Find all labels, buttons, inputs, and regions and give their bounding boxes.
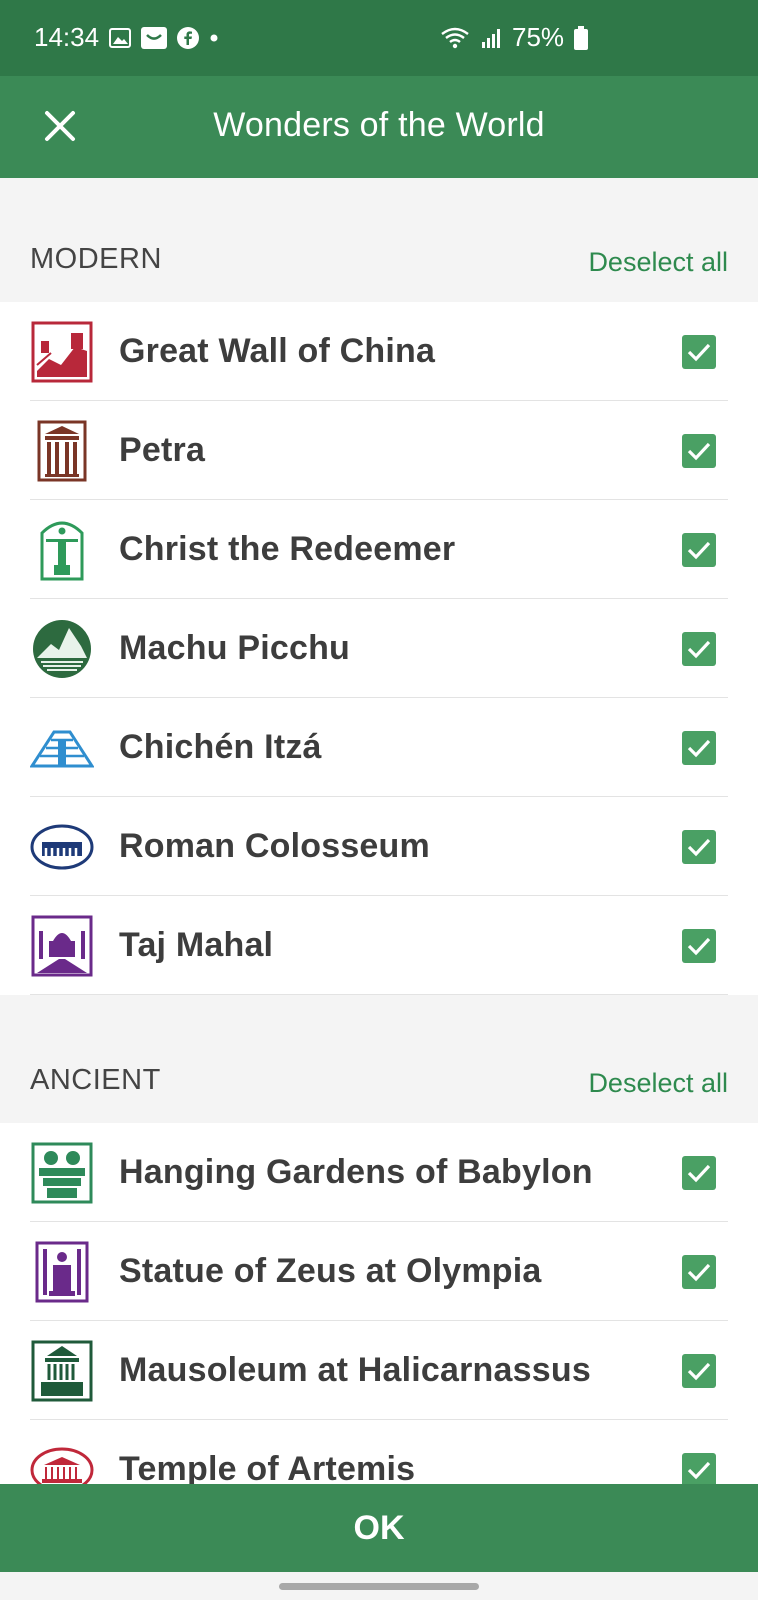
petra-icon xyxy=(30,420,94,482)
taj-mahal-icon xyxy=(30,915,94,977)
gesture-nav-bar xyxy=(0,1572,758,1600)
check-icon xyxy=(687,640,711,659)
list-item[interactable]: Hanging Gardens of Babylon xyxy=(0,1123,758,1222)
list-item[interactable]: Christ the Redeemer xyxy=(0,500,758,599)
check-icon xyxy=(687,937,711,956)
section-header-ancient: ANCIENT Deselect all xyxy=(0,995,758,1123)
deselect-all-button[interactable]: Deselect all xyxy=(588,1068,728,1099)
list-item[interactable]: Statue of Zeus at Olympia xyxy=(0,1222,758,1321)
check-icon xyxy=(687,838,711,857)
check-icon xyxy=(687,1362,711,1381)
checkbox[interactable] xyxy=(682,731,716,765)
check-icon xyxy=(687,739,711,758)
checkbox[interactable] xyxy=(682,335,716,369)
mausoleum-icon xyxy=(30,1340,94,1402)
great-wall-icon xyxy=(30,321,94,383)
item-label: Petra xyxy=(119,431,206,469)
checkbox[interactable] xyxy=(682,830,716,864)
signal-icon xyxy=(480,27,502,49)
item-label: Temple of Artemis xyxy=(119,1450,416,1484)
home-indicator[interactable] xyxy=(279,1583,479,1590)
ancient-list: Hanging Gardens of Babylon Statue of Zeu… xyxy=(0,1123,758,1484)
battery-icon xyxy=(574,25,589,50)
check-icon xyxy=(687,1461,711,1480)
colosseum-icon xyxy=(30,816,94,878)
battery-percent: 75% xyxy=(512,22,565,52)
list-item[interactable]: Chichén Itzá xyxy=(0,698,758,797)
checkbox[interactable] xyxy=(682,929,716,963)
check-icon xyxy=(687,1263,711,1282)
deselect-all-button[interactable]: Deselect all xyxy=(588,247,728,278)
status-time: 14:34 xyxy=(34,22,100,52)
checkbox[interactable] xyxy=(682,533,716,567)
list-item[interactable]: Great Wall of China xyxy=(0,302,758,401)
item-label: Mausoleum at Halicarnassus xyxy=(119,1351,591,1389)
list-item[interactable]: Roman Colosseum xyxy=(0,797,758,896)
gallery-icon xyxy=(109,27,132,48)
temple-artemis-icon xyxy=(30,1439,94,1484)
christ-redeemer-icon xyxy=(30,519,94,581)
item-label: Roman Colosseum xyxy=(119,827,430,865)
item-label: Taj Mahal xyxy=(119,926,274,964)
section-title: MODERN xyxy=(30,243,162,275)
checkbox[interactable] xyxy=(682,1156,716,1190)
checkbox[interactable] xyxy=(682,434,716,468)
statue-zeus-icon xyxy=(30,1241,94,1303)
item-label: Machu Picchu xyxy=(119,629,351,667)
modern-list: Great Wall of China Petra Christ the Red… xyxy=(0,302,758,995)
check-icon xyxy=(687,541,711,560)
list-item[interactable]: Temple of Artemis xyxy=(0,1420,758,1484)
check-icon xyxy=(687,1164,711,1183)
checkbox[interactable] xyxy=(682,632,716,666)
machu-picchu-icon xyxy=(30,618,94,680)
item-label: Chichén Itzá xyxy=(119,728,322,766)
checkbox[interactable] xyxy=(682,1255,716,1289)
item-label: Hanging Gardens of Babylon xyxy=(119,1153,593,1191)
mail-icon xyxy=(141,26,168,49)
checkbox[interactable] xyxy=(682,1453,716,1484)
wonders-list[interactable]: MODERN Deselect all Great Wall of China … xyxy=(0,178,758,1484)
list-item[interactable]: Machu Picchu xyxy=(0,599,758,698)
dot-icon xyxy=(209,33,219,43)
app-bar: Wonders of the World xyxy=(0,76,758,178)
item-label: Christ the Redeemer xyxy=(119,530,456,568)
wifi-icon xyxy=(440,26,470,50)
chichen-itza-icon xyxy=(30,717,94,779)
list-item[interactable]: Petra xyxy=(0,401,758,500)
ok-button[interactable]: OK xyxy=(0,1484,758,1572)
section-header-modern: MODERN Deselect all xyxy=(0,178,758,302)
item-label: Great Wall of China xyxy=(119,332,436,370)
checkbox[interactable] xyxy=(682,1354,716,1388)
status-bar: 14:34 75% xyxy=(0,0,758,76)
facebook-icon xyxy=(177,26,200,49)
check-icon xyxy=(687,442,711,461)
page-title: Wonders of the World xyxy=(213,106,545,144)
section-title: ANCIENT xyxy=(30,1064,161,1096)
hanging-gardens-icon xyxy=(30,1142,94,1204)
item-label: Statue of Zeus at Olympia xyxy=(119,1252,542,1290)
list-item[interactable]: Mausoleum at Halicarnassus xyxy=(0,1321,758,1420)
check-icon xyxy=(687,343,711,362)
list-item[interactable]: Taj Mahal xyxy=(0,896,758,995)
